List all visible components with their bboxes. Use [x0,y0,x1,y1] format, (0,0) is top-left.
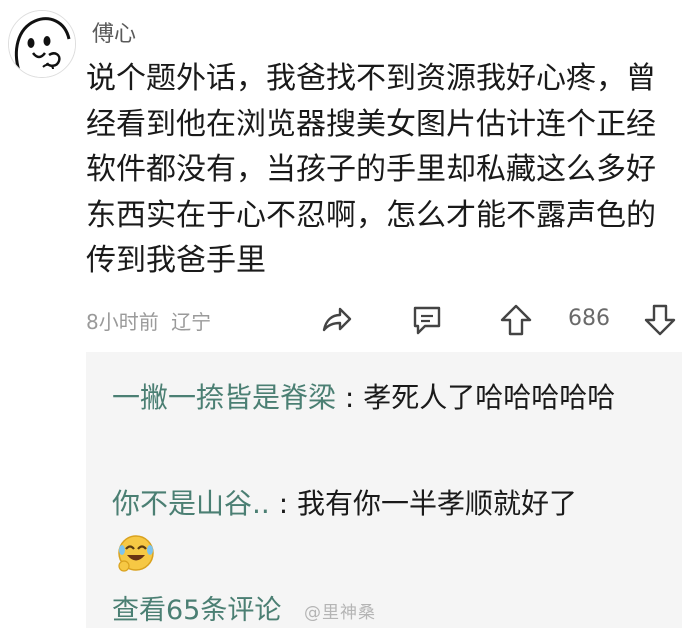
upvote-icon [500,304,532,336]
post-text-line: 说个题外话，我爸找不到资源我好心疼，曾 [86,61,656,96]
post-text-line: 传到我爸手里 [86,243,266,278]
post-text-line: 软件都没有，当孩子的手里却私藏这么多好 [86,152,656,187]
reply-item[interactable]: 你不是山谷.. : 我有你一半孝顺就好了 [112,482,652,526]
upvote-button[interactable] [498,302,534,338]
watermark: @里神桑 [304,603,376,623]
share-button[interactable] [318,302,354,338]
replies-panel: 一撇一捺皆是脊梁 : 孝死人了哈哈哈哈哈 你不是山谷.. : 我有你一半孝顺就好… [86,352,682,628]
post-text: 说个题外话，我爸找不到资源我好心疼，曾 经看到他在浏览器搜美女图片估计连个正经 … [86,56,681,284]
like-count: 686 [568,306,610,331]
post-text-line: 东西实在于心不忍啊，怎么才能不露声色的 [86,197,656,233]
reply-author[interactable]: 你不是山谷.. [112,487,270,520]
username[interactable]: 傅心 [92,16,136,48]
reply-text: 孝死人了哈哈哈哈哈 [363,381,616,414]
comment-button[interactable] [409,302,445,338]
post-location: 辽宁 [171,310,212,334]
comment-icon [413,306,441,335]
reply-author[interactable]: 一撇一捺皆是脊梁 [112,381,336,414]
post-time: 8小时前 [86,310,159,334]
cartoon-avatar-icon [9,11,75,77]
view-more-comments-link[interactable]: 查看65条评论 [112,588,281,627]
reply-text: 我有你一半孝顺就好了 [297,487,578,520]
downvote-icon [644,304,676,336]
avatar[interactable] [8,10,76,78]
reply-separator: : [336,381,364,414]
reply-item[interactable]: 一撇一捺皆是脊梁 : 孝死人了哈哈哈哈哈 [112,376,652,420]
downvote-button[interactable] [642,302,678,338]
share-icon [322,307,352,332]
laughing-emoji-icon [114,530,158,574]
reply-separator: : [269,487,298,520]
post-text-line: 经看到他在浏览器搜美女图片估计连个正经 [86,106,656,142]
post-meta: 8小时前 辽宁 [86,306,211,335]
